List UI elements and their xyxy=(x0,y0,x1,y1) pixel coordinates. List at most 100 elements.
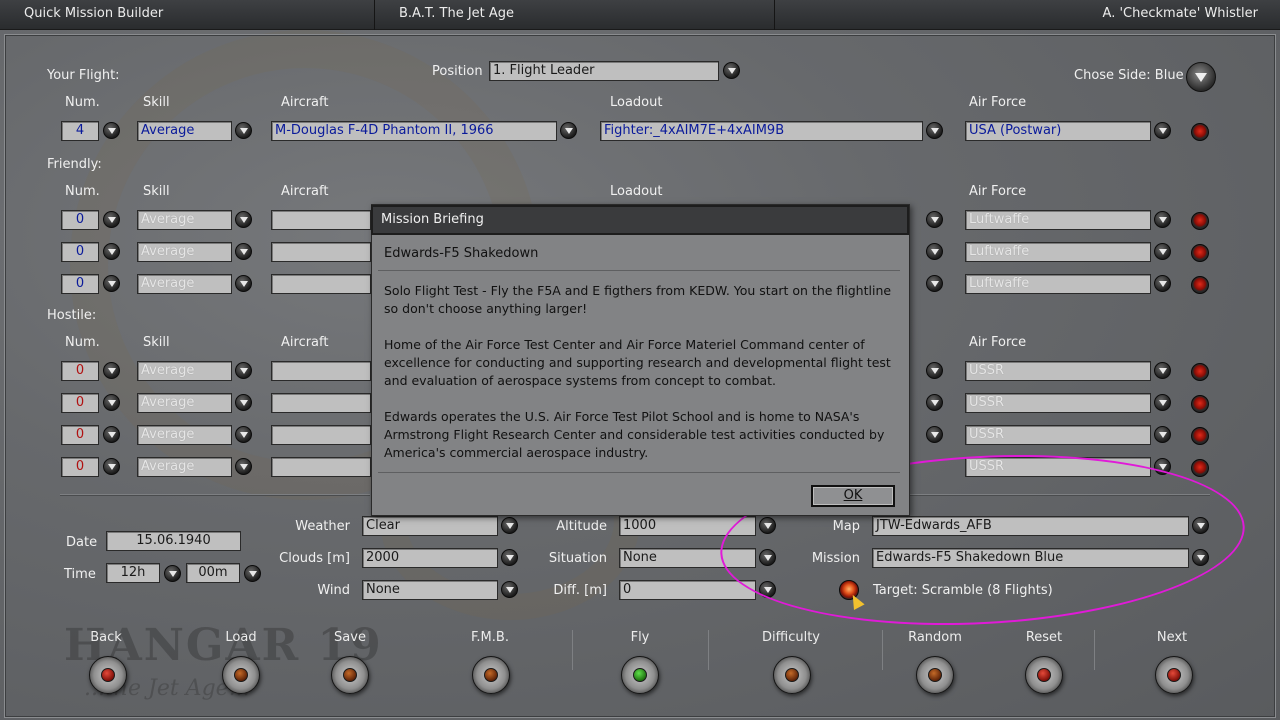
your-flight-skill-dropdown-icon[interactable] xyxy=(235,122,252,139)
hostile-num-dropdown-icon[interactable] xyxy=(103,426,120,443)
next-button[interactable] xyxy=(1155,656,1193,694)
hostile-skill-field[interactable]: Average xyxy=(137,425,232,445)
hostile-status-led-icon[interactable] xyxy=(1191,459,1209,477)
hostile-loadout-dropdown-icon[interactable] xyxy=(926,426,943,443)
your-flight-skill-field[interactable]: Average xyxy=(137,121,232,141)
random-button[interactable] xyxy=(916,656,954,694)
friendly-num-field[interactable]: 0 xyxy=(61,242,99,262)
hostile-status-led-icon[interactable] xyxy=(1191,427,1209,445)
your-flight-aircraft-field[interactable]: M-Douglas F-4D Phantom II, 1966 xyxy=(271,121,557,141)
your-flight-num-dropdown-icon[interactable] xyxy=(103,122,120,139)
hostile-loadout-dropdown-icon[interactable] xyxy=(926,394,943,411)
hostile-skill-field[interactable]: Average xyxy=(137,393,232,413)
your-flight-loadout-dropdown-icon[interactable] xyxy=(926,122,943,139)
hostile-num-field[interactable]: 0 xyxy=(61,361,99,381)
friendly-airforce-field[interactable]: Luftwaffe xyxy=(965,210,1151,230)
friendly-skill-field[interactable]: Average xyxy=(137,274,232,294)
friendly-skill-field[interactable]: Average xyxy=(137,242,232,262)
friendly-skill-dropdown-icon[interactable] xyxy=(235,211,252,228)
hostile-airforce-field[interactable]: USSR xyxy=(965,361,1151,381)
hostile-num-field[interactable]: 0 xyxy=(61,457,99,477)
hostile-aircraft-field[interactable] xyxy=(271,425,371,445)
friendly-loadout-dropdown-icon[interactable] xyxy=(926,211,943,228)
fly-button[interactable] xyxy=(621,656,659,694)
friendly-loadout-dropdown-icon[interactable] xyxy=(926,275,943,292)
position-field[interactable]: 1. Flight Leader xyxy=(489,61,719,81)
altitude-dropdown-icon[interactable] xyxy=(759,517,776,534)
friendly-airforce-field[interactable]: Luftwaffe xyxy=(965,242,1151,262)
friendly-num-field[interactable]: 0 xyxy=(61,210,99,230)
friendly-airforce-dropdown-icon[interactable] xyxy=(1154,211,1171,228)
clouds-dropdown-icon[interactable] xyxy=(501,549,518,566)
hostile-skill-dropdown-icon[interactable] xyxy=(235,426,252,443)
weather-dropdown-icon[interactable] xyxy=(501,517,518,534)
hour-dropdown-icon[interactable] xyxy=(164,565,181,582)
position-dropdown-icon[interactable] xyxy=(723,62,740,79)
choose-side-button[interactable] xyxy=(1186,62,1216,92)
mission-dropdown-icon[interactable] xyxy=(1192,549,1209,566)
friendly-aircraft-field[interactable] xyxy=(271,210,371,230)
your-flight-num-field[interactable]: 4 xyxy=(61,121,99,141)
friendly-aircraft-field[interactable] xyxy=(271,242,371,262)
wind-field[interactable]: None xyxy=(362,580,498,600)
friendly-status-led-icon[interactable] xyxy=(1191,244,1209,262)
hostile-airforce-field[interactable]: USSR xyxy=(965,425,1151,445)
difficulty-dropdown-icon[interactable] xyxy=(759,581,776,598)
hostile-airforce-dropdown-icon[interactable] xyxy=(1154,458,1171,475)
friendly-airforce-dropdown-icon[interactable] xyxy=(1154,275,1171,292)
clouds-field[interactable]: 2000 xyxy=(362,548,498,568)
hour-field[interactable]: 12h xyxy=(106,563,160,583)
ok-button[interactable]: OK xyxy=(811,485,895,507)
mission-field[interactable]: Edwards-F5 Shakedown Blue xyxy=(872,548,1189,568)
hostile-num-field[interactable]: 0 xyxy=(61,425,99,445)
hostile-airforce-dropdown-icon[interactable] xyxy=(1154,362,1171,379)
hostile-skill-field[interactable]: Average xyxy=(137,457,232,477)
hostile-num-dropdown-icon[interactable] xyxy=(103,458,120,475)
hostile-status-led-icon[interactable] xyxy=(1191,363,1209,381)
friendly-skill-dropdown-icon[interactable] xyxy=(235,243,252,260)
hostile-num-field[interactable]: 0 xyxy=(61,393,99,413)
minute-field[interactable]: 00m xyxy=(186,563,240,583)
friendly-airforce-field[interactable]: Luftwaffe xyxy=(965,274,1151,294)
your-flight-airforce-field[interactable]: USA (Postwar) xyxy=(965,121,1151,141)
friendly-status-led-icon[interactable] xyxy=(1191,212,1209,230)
situation-field[interactable]: None xyxy=(619,548,756,568)
friendly-airforce-dropdown-icon[interactable] xyxy=(1154,243,1171,260)
hostile-skill-field[interactable]: Average xyxy=(137,361,232,381)
friendly-aircraft-field[interactable] xyxy=(271,274,371,294)
difficulty-button[interactable] xyxy=(773,656,811,694)
hostile-skill-dropdown-icon[interactable] xyxy=(235,394,252,411)
hostile-airforce-dropdown-icon[interactable] xyxy=(1154,394,1171,411)
reset-button[interactable] xyxy=(1025,656,1063,694)
hostile-loadout-dropdown-icon[interactable] xyxy=(926,362,943,379)
hostile-aircraft-field[interactable] xyxy=(271,361,371,381)
your-flight-status-led-icon[interactable] xyxy=(1191,123,1209,141)
altitude-field[interactable]: 1000 xyxy=(619,516,756,536)
save-button[interactable] xyxy=(331,656,369,694)
fmb-button[interactable] xyxy=(472,656,510,694)
friendly-status-led-icon[interactable] xyxy=(1191,276,1209,294)
hostile-airforce-field[interactable]: USSR xyxy=(965,457,1151,477)
hostile-skill-dropdown-icon[interactable] xyxy=(235,458,252,475)
friendly-num-dropdown-icon[interactable] xyxy=(103,243,120,260)
load-button[interactable] xyxy=(222,656,260,694)
hostile-num-dropdown-icon[interactable] xyxy=(103,394,120,411)
minute-dropdown-icon[interactable] xyxy=(244,565,261,582)
situation-dropdown-icon[interactable] xyxy=(759,549,776,566)
friendly-num-field[interactable]: 0 xyxy=(61,274,99,294)
difficulty-field[interactable]: 0 xyxy=(619,580,756,600)
friendly-skill-dropdown-icon[interactable] xyxy=(235,275,252,292)
hostile-airforce-dropdown-icon[interactable] xyxy=(1154,426,1171,443)
friendly-skill-field[interactable]: Average xyxy=(137,210,232,230)
hostile-num-dropdown-icon[interactable] xyxy=(103,362,120,379)
wind-dropdown-icon[interactable] xyxy=(501,581,518,598)
date-field[interactable]: 15.06.1940 xyxy=(106,531,241,551)
friendly-num-dropdown-icon[interactable] xyxy=(103,275,120,292)
hostile-airforce-field[interactable]: USSR xyxy=(965,393,1151,413)
your-flight-aircraft-dropdown-icon[interactable] xyxy=(560,122,577,139)
hostile-aircraft-field[interactable] xyxy=(271,457,371,477)
your-flight-airforce-dropdown-icon[interactable] xyxy=(1154,122,1171,139)
friendly-loadout-dropdown-icon[interactable] xyxy=(926,243,943,260)
back-button[interactable] xyxy=(89,656,127,694)
hostile-skill-dropdown-icon[interactable] xyxy=(235,362,252,379)
